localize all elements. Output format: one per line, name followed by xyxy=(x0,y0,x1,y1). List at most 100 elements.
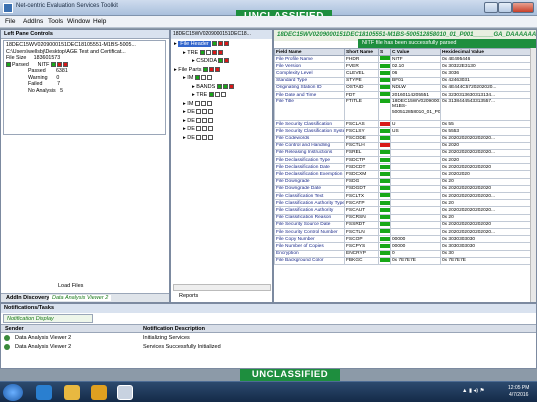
cell-field-name: File Background Color xyxy=(274,256,345,265)
table-row[interactable]: File Classification Reason FSCRSN 0x 20 xyxy=(274,213,531,222)
system-tray-icons[interactable]: ▲ ▮ ◂) ⚑ xyxy=(462,388,485,394)
cell-short-name: FSDCDT xyxy=(344,163,379,172)
col-value[interactable]: C Value xyxy=(390,48,441,56)
table-row[interactable]: File Version FVER 02.10 0x 30322E3130 xyxy=(274,62,531,71)
table-row[interactable]: File Declassification Date FSDCDT 0x 20202… xyxy=(274,163,531,172)
tree-node[interactable]: ▸ CSDIDA xyxy=(172,57,272,66)
cell-field-name: File Downgrade Date xyxy=(274,184,345,194)
reports-tab[interactable]: Reports xyxy=(179,293,198,299)
tab-data-analysis-viewer[interactable]: Data Analysis Viewer 2 xyxy=(49,295,112,301)
stat-value: 7 xyxy=(57,81,61,87)
table-row[interactable]: File Security Control Number FSCTLN 0x 202… xyxy=(274,227,531,237)
table-row[interactable]: Originating Station ID OSTAID NDLW 0x 4E444… xyxy=(274,83,531,92)
menu-help[interactable]: Help xyxy=(93,18,106,25)
table-row[interactable]: Standard Type STYPE BF01 0x 42463031 xyxy=(274,76,531,85)
cell-value xyxy=(390,163,441,172)
table-row[interactable]: File TitleFTITLE 18DEC15WV0209000151DEC18… xyxy=(274,98,531,122)
tree-node[interactable]: ▸ TRE xyxy=(172,91,272,100)
cell-status xyxy=(378,177,391,186)
table-row[interactable]: File Downgrade Date FSDGDT 0x 202020202020… xyxy=(274,184,531,194)
table-row[interactable]: File Classification Authority Type FSCATP… xyxy=(274,199,531,208)
menu-window[interactable]: Window xyxy=(67,18,90,25)
tree-node-label: DE xyxy=(187,117,195,124)
cell-short-name: FSSRDT xyxy=(344,220,379,229)
cell-field-name: File Security Classification System xyxy=(274,127,345,136)
tree-node[interactable]: ▸ File Header xyxy=(172,40,272,49)
tree-node[interactable]: ▸ File Parts xyxy=(172,66,272,75)
table-row[interactable]: Encryption ENCRYP 0 0x 30 xyxy=(274,249,531,258)
cell-short-name: FSCRSN xyxy=(344,213,379,222)
tree-node[interactable]: ▸ IM xyxy=(172,74,272,83)
cell-status xyxy=(378,227,391,237)
col-description[interactable]: Notification Description xyxy=(143,326,205,332)
table-row[interactable]: File Declassification Type FSDCTP 0x 2020 xyxy=(274,156,531,165)
table-row[interactable]: File Security Source Date FSSRDT 0x 202020… xyxy=(274,220,531,229)
close-button[interactable] xyxy=(512,2,534,13)
tree-node[interactable]: ▸ DE xyxy=(172,134,272,143)
vertical-scrollbar[interactable] xyxy=(530,48,536,302)
table-row[interactable]: File Classification Authority FSCAUT 0x 20… xyxy=(274,206,531,215)
nest-app-icon[interactable] xyxy=(117,385,133,400)
cell-status xyxy=(378,170,391,179)
menu-tools[interactable]: Tools xyxy=(48,18,63,25)
table-row[interactable]: File Codewords FSCODE 0x 2020202020202020.… xyxy=(274,134,531,143)
status-bar-icon xyxy=(380,128,390,133)
notification-row[interactable]: Data Analysis Viewer 2 Services Successf… xyxy=(1,343,536,352)
tab-addin-discovery[interactable]: AddIn Discovery xyxy=(3,295,52,301)
tab-notification-display[interactable]: Notification Display xyxy=(3,314,93,323)
col-status[interactable]: S xyxy=(378,48,391,56)
table-row[interactable]: File Control and Handling FSCTLH 0x 2020 xyxy=(274,141,531,150)
cell-value: 06 xyxy=(390,69,441,78)
cell-field-name: Complexity Level xyxy=(274,69,345,78)
media-player-icon[interactable] xyxy=(91,385,107,400)
status-bar-icon xyxy=(380,222,390,227)
cell-value: NITF xyxy=(390,54,441,64)
notification-sender: Data Analysis Viewer 2 xyxy=(15,344,72,350)
table-row[interactable]: File Downgrade FSDG 0x 20 xyxy=(274,177,531,186)
notification-icon xyxy=(4,344,10,350)
structure-tree[interactable]: ▸ File Header ▸ TRE ▸ CSDIDA ▸ File Part… xyxy=(172,40,272,280)
table-row[interactable]: File Classification Text FSCLTX 0x 2020202… xyxy=(274,191,531,201)
cell-field-name: File Security Control Number xyxy=(274,227,345,237)
table-row[interactable]: File Number of Copies FSCPYS 00000 0x 30303… xyxy=(274,242,531,251)
tree-node[interactable]: ▸ DE xyxy=(172,108,272,117)
table-row[interactable]: File Declassification Exemption FSDCXM 0x … xyxy=(274,170,531,179)
table-row[interactable]: File Copy Number FSCOP 00000 0x 3030303030 xyxy=(274,235,531,244)
table-row[interactable]: File Date and Time FDT 20160114205551 0x 32… xyxy=(274,90,531,100)
col-sender[interactable]: Sender xyxy=(5,326,24,332)
cell-short-name: STYPE xyxy=(344,76,379,85)
table-row[interactable]: File Profile Name FHDR NITF 0x 4E495446 xyxy=(274,54,531,64)
table-row[interactable]: File Security Classification System FSCLS… xyxy=(274,127,531,136)
status-bar-icon xyxy=(380,92,390,97)
col-short-name[interactable]: Short Name xyxy=(344,48,379,56)
col-hex-value[interactable]: Hexidecimal Value xyxy=(440,48,531,56)
cell-hex-value: 0x 3030303030 xyxy=(440,242,531,251)
stat-value: 5 xyxy=(60,87,64,94)
tree-node[interactable]: ▸ BANDS xyxy=(172,83,272,92)
load-files-button[interactable]: Load Files xyxy=(58,283,83,289)
internet-explorer-icon[interactable] xyxy=(36,385,52,400)
table-row[interactable]: Complexity Level CLEVEL 06 0x 3036 xyxy=(274,69,531,78)
cell-field-name: File Downgrade xyxy=(274,177,345,186)
parsed-label: Parsed xyxy=(12,61,29,68)
notification-row[interactable]: Data Analysis Viewer 2 Initializing Serv… xyxy=(1,334,536,343)
menu-file[interactable]: File xyxy=(5,18,15,25)
table-row[interactable]: File Security Classification FSCLAS U 0x 55 xyxy=(274,120,531,129)
tree-node[interactable]: ▸ DE xyxy=(172,125,272,134)
start-button-icon[interactable] xyxy=(3,384,23,401)
col-field-name[interactable]: Field Name xyxy=(274,48,345,56)
status-square-icon xyxy=(202,109,208,115)
file-explorer-icon[interactable] xyxy=(64,385,80,400)
minimize-button[interactable] xyxy=(484,2,498,13)
tree-node[interactable]: ▸ TRE xyxy=(172,49,272,58)
cell-status xyxy=(378,156,391,165)
maximize-button[interactable] xyxy=(498,2,512,13)
tree-node[interactable]: ▸ DE xyxy=(172,117,272,126)
clock[interactable]: 12:05 PM 4/7/2016 xyxy=(508,385,529,399)
table-row[interactable]: File Releasing Instructions FSREL 0x 20202… xyxy=(274,148,531,158)
table-row[interactable]: File Background Color FBKGC 0x 7E7E7E 0x 7E… xyxy=(274,256,531,265)
tree-node[interactable]: ▸ IM xyxy=(172,100,272,109)
horizontal-scrollbar[interactable] xyxy=(173,284,271,291)
menu-addins[interactable]: AddIns xyxy=(23,18,43,25)
file-summary-panel[interactable]: 18DEC15WV0209000151DEC18105551-M1BS-5005… xyxy=(3,40,166,135)
